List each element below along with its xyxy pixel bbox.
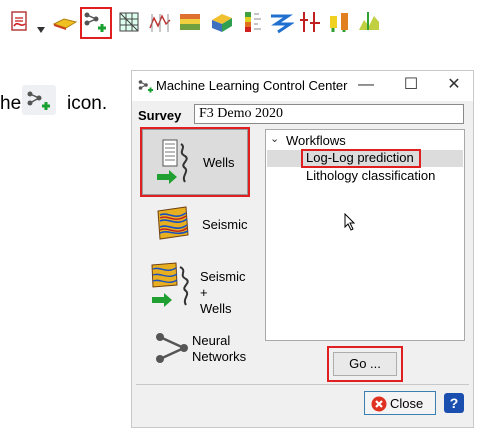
maximize-button[interactable]: ☐ <box>397 73 425 97</box>
toolbar <box>0 0 479 46</box>
tree-root-workflows[interactable]: Workflows <box>286 133 346 148</box>
tree-item-lithology-classification[interactable]: Lithology classification <box>306 168 435 183</box>
machine-learning-icon-inline <box>22 85 56 115</box>
minimize-button[interactable]: — <box>352 73 380 97</box>
faults-icon[interactable] <box>298 10 322 34</box>
cross-section-icon[interactable] <box>356 10 382 34</box>
seismic-icon <box>157 206 189 240</box>
neural-networks-icon <box>156 333 188 363</box>
wells-icon[interactable] <box>327 10 353 34</box>
separator <box>136 384 469 385</box>
seismic-wells-button[interactable]: Seismic + Wells <box>142 255 248 316</box>
window-title: Machine Learning Control Center <box>156 78 348 93</box>
close-label: Close <box>390 396 424 411</box>
horizon-icon[interactable] <box>52 10 78 34</box>
survey-label: Survey <box>138 108 182 123</box>
color-bar-icon[interactable] <box>241 10 265 34</box>
instruction-prefix: he <box>0 93 22 114</box>
pdf-export-icon[interactable] <box>8 10 32 34</box>
workflow-tree: ⌄ Workflows Log-Log prediction Lithology… <box>265 129 465 341</box>
close-button[interactable]: Close <box>364 391 436 415</box>
close-window-button[interactable]: ✕ <box>440 73 468 97</box>
dropdown-arrow-icon[interactable] <box>36 18 46 42</box>
layers-icon[interactable] <box>178 10 204 34</box>
instruction-suffix: icon. <box>67 93 108 114</box>
title-bar: Machine Learning Control Center — ☐ ✕ <box>132 71 473 101</box>
volume-icon[interactable] <box>209 10 235 34</box>
survey-field[interactable]: F3 Demo 2020 <box>194 104 464 124</box>
ml-control-center-dialog: Machine Learning Control Center — ☐ ✕ Su… <box>131 70 474 428</box>
grid-icon[interactable] <box>117 10 141 34</box>
well-logs-icon[interactable] <box>148 10 172 34</box>
seismic-wells-icon <box>151 262 189 307</box>
log-log-highlight <box>301 149 421 168</box>
help-button[interactable]: ? <box>442 391 466 415</box>
mouse-cursor-icon <box>344 213 356 231</box>
help-icon: ? <box>444 393 464 413</box>
seismic-button[interactable]: Seismic <box>142 199 248 251</box>
go-button-highlight <box>327 346 403 382</box>
seismic-wells-label: Seismic + Wells <box>200 269 246 316</box>
neural-networks-label: Neural Networks <box>192 333 247 364</box>
close-icon <box>371 396 387 412</box>
app-icon <box>138 80 153 93</box>
tree-expand-icon[interactable]: ⌄ <box>270 132 279 145</box>
neural-networks-button[interactable]: Neural Networks <box>142 323 248 379</box>
seismic-label: Seismic <box>202 217 248 232</box>
arrow-workflow-icon[interactable] <box>268 10 294 34</box>
wells-button-highlight <box>140 127 250 197</box>
machine-learning-highlight <box>80 7 112 39</box>
